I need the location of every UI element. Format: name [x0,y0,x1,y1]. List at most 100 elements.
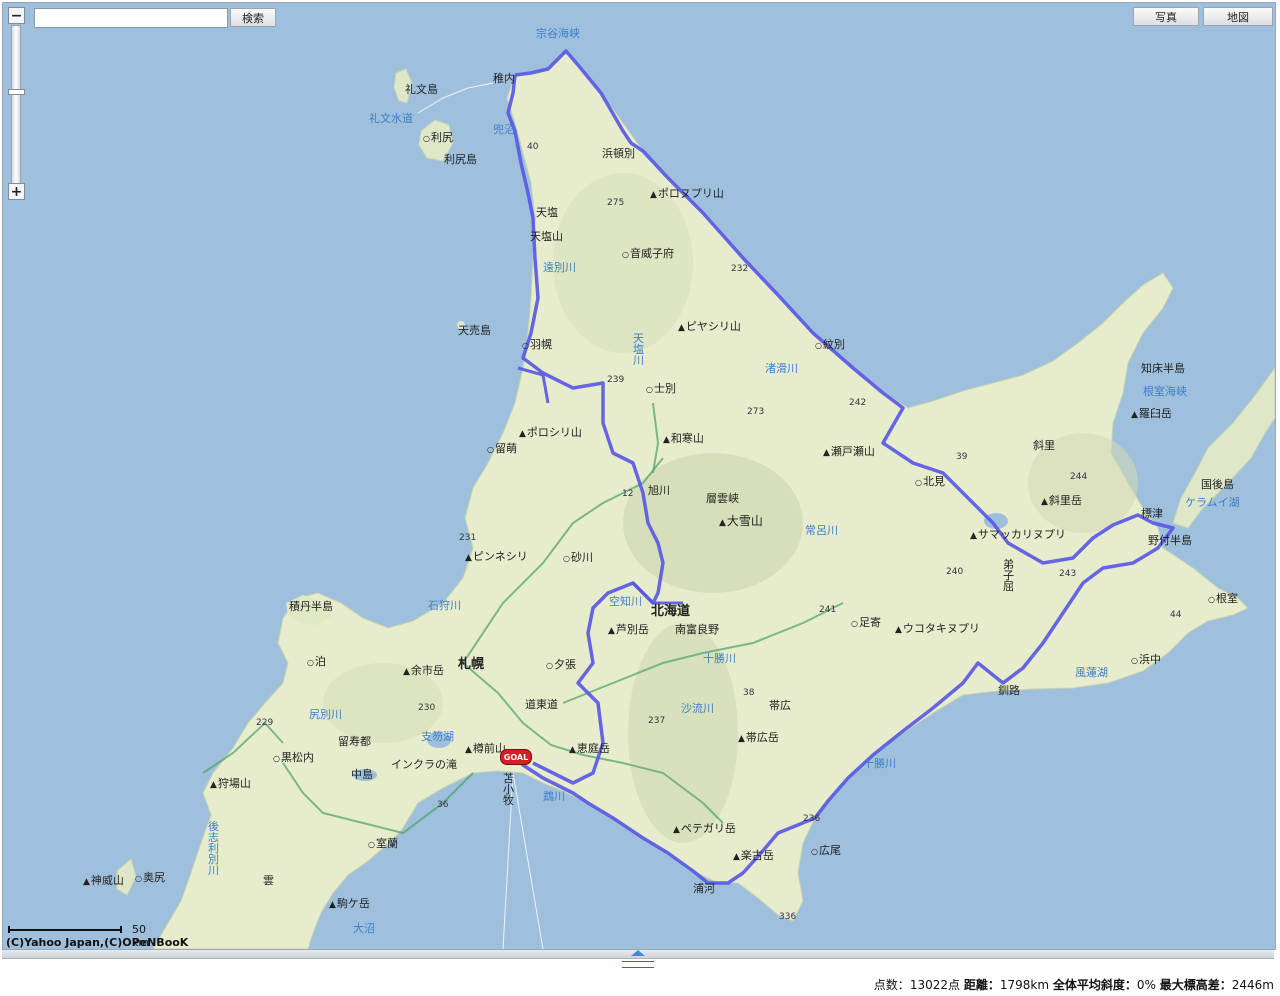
label-rumoi: 留萌 [487,443,517,454]
label-teshio: 天塩 [536,206,558,219]
label-urakawa: 浦河 [693,882,715,895]
expand-panel-arrow-icon[interactable] [631,950,645,956]
label-hiroo: 広尾 [811,845,841,856]
label-pisshiri: ピヤシリ山 [678,321,741,333]
label-poroshiri: ポロシリ山 [519,427,582,439]
label-hokkaido: 北海道 [651,604,691,619]
shield-236: 236 [803,814,821,824]
label-saru-river: 沙流川 [681,702,714,715]
resize-handle[interactable] [622,961,654,968]
label-tokoro-river: 常呂川 [805,524,838,537]
label-enbetsu-river: 遠別川 [543,261,576,274]
label-tomari: 泊 [307,656,326,667]
label-sorachi: 空知川 [609,595,642,608]
map-viewport[interactable]: 宗谷海峡 礼文島 礼文水道 利尻 利尻島 稚内 兜沼 浜頓別 ポロヌプリ山 天塩… [2,2,1276,950]
shield-243: 243 [1059,569,1077,579]
label-daisetsu: 大雪山 [719,515,763,528]
label-nemuro-strait: 根室海峡 [1143,385,1187,398]
label-onuma: 大沼 [353,922,375,935]
shield-273: 273 [747,407,765,417]
label-hamanaka: 浜中 [1131,654,1161,665]
label-shari-dake: 斜里岳 [1041,495,1082,507]
label-kuromatsunai: 黒松内 [273,752,314,763]
label-eniwa: 恵庭岳 [569,743,610,755]
label-komagatake: 駒ケ岳 [329,898,370,910]
label-shiribeshi: 後志利別川 [208,820,219,877]
shield-38: 38 [743,688,755,698]
label-nakayama: 中島 [351,768,373,781]
label-instant-falls: インクラの滝 [391,758,457,771]
label-ashoro: 足寄 [851,617,881,628]
shield-242: 242 [849,398,867,408]
shield-230: 230 [418,703,436,713]
label-setosezan: 瀬戸瀬山 [823,446,875,458]
label-samakkari: サマッカリヌプリ [970,529,1066,541]
shield-40: 40 [527,142,539,152]
zoom-in-button[interactable]: + [8,183,25,200]
label-sunagawa: 砂川 [563,552,593,563]
label-kitami: 北見 [915,476,945,487]
label-soya-strait: 宗谷海峡 [536,27,580,40]
map-view-button[interactable]: 地図 [1203,7,1273,26]
route-stats: 点数：13022点 距離：1798km 全体平均斜度：0% 最大標高差：2446… [874,976,1274,993]
label-mombetsu: 紋別 [815,339,845,350]
label-yubari: 夕張 [546,659,576,670]
label-yakumo: 雲 [263,874,274,887]
shield-229: 229 [256,718,274,728]
label-obihiro: 帯広 [769,699,791,712]
points-value: 13022点 [909,978,960,992]
label-perari: ペテガリ岳 [673,823,736,835]
label-teuri-island: 天売島 [458,324,491,337]
label-ashibetsu: 芦別岳 [608,624,649,636]
zoom-out-button[interactable]: − [8,7,25,24]
label-rakko: 楽古岳 [733,850,774,862]
label-rishiri: 利尻 [423,132,453,143]
shield-238: 232 [731,264,749,274]
label-teshio-yama: 天塩山 [530,230,563,243]
label-rusutsu: 留寿都 [338,735,371,748]
shield-36: 36 [437,800,449,810]
search-input[interactable] [34,8,228,28]
label-tomakomai: 苫小牧 [503,772,514,807]
label-dotoexpress: 道東道 [525,698,558,711]
label-okushiri: 奥尻 [135,872,165,883]
slope-value: 0% [1136,978,1156,992]
label-shakotan: 積丹半島 [289,600,333,613]
photo-view-button[interactable]: 写真 [1133,7,1199,26]
label-shikotsu: 支笏湖 [421,730,454,743]
shield-240: 240 [946,567,964,577]
shield-237: 237 [648,716,666,726]
label-nemuro: 根室 [1208,593,1238,604]
label-obihiro-peak: 帯広岳 [738,732,779,744]
label-shiretoko: 知床半島 [1141,362,1185,375]
label-asahikawa: 旭川 [648,484,670,497]
label-sounkyo: 層雲峡 [706,492,739,505]
shield-336: 336 [779,912,797,922]
label-wakkanai: 稚内 [493,72,515,85]
label-rebun-island: 礼文島 [405,83,438,96]
slope-label: 全体平均斜度： [1052,978,1137,992]
elevation-label: 最大標高差： [1159,978,1232,992]
label-yoichi: 余市岳 [403,665,444,677]
label-wassamu: 和寒山 [663,433,704,445]
zoom-slider[interactable] [11,25,21,187]
label-haboro: 羽幌 [522,339,552,350]
shield-231: 231 [459,533,477,543]
shield-39: 39 [956,452,968,462]
shield-275: 275 [607,198,625,208]
label-sapporo: 札幌 [458,657,485,672]
zoom-slider-handle[interactable] [8,89,25,95]
elevation-value: 2446m [1231,978,1274,992]
shield-241: 241 [819,605,837,615]
label-muroran: 室蘭 [368,838,398,849]
label-shibetsu-town: 標津 [1141,507,1163,520]
label-tokachi-river2: 十勝川 [863,757,896,770]
label-kamui: 神威山 [83,875,124,887]
shield-44: 44 [1170,610,1182,620]
label-otoineppu: 音威子府 [622,248,674,259]
search-button[interactable]: 検索 [230,8,276,27]
goal-marker[interactable]: GOAL [500,749,532,765]
label-ishikari-river: 石狩川 [428,599,461,612]
label-pinneshiri: ピンネシリ [465,551,528,563]
label-hamatonbetsu: 浜頓別 [602,147,635,160]
